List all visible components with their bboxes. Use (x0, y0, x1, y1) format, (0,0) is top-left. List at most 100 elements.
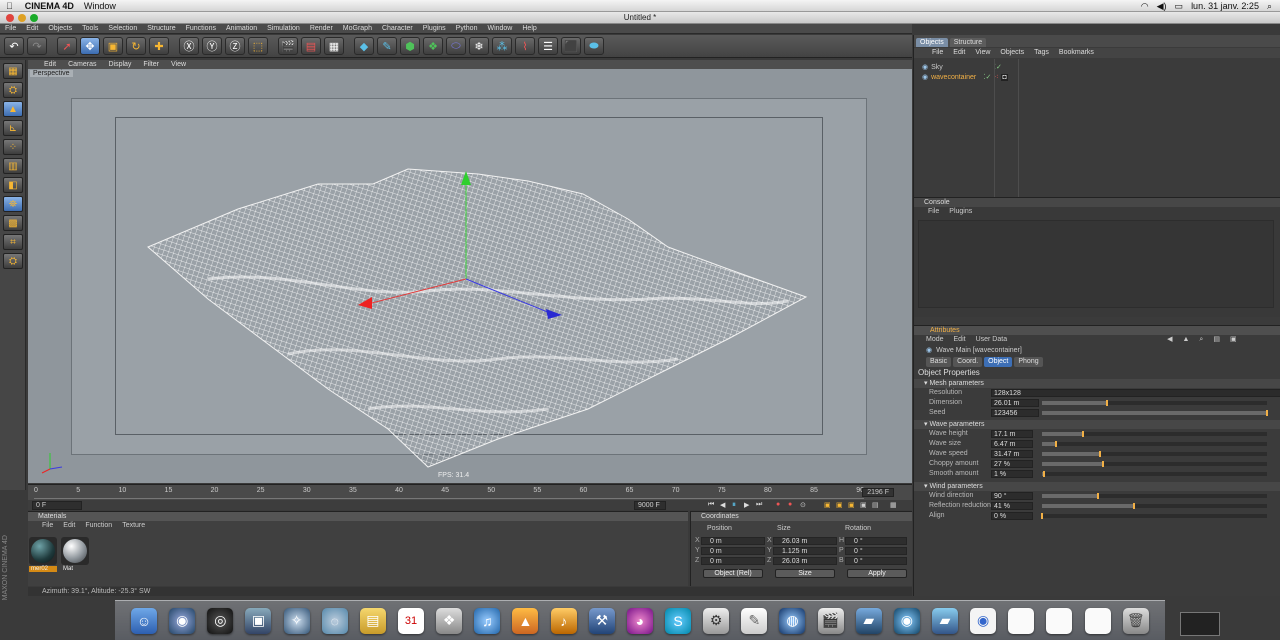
viewport-menu-filter[interactable]: Filter (143, 61, 159, 68)
hair-icon[interactable]: ⬛ (561, 37, 581, 55)
light-icon[interactable]: ☰ (538, 37, 558, 55)
document-icon[interactable] (1008, 607, 1035, 634)
rotation-h-field[interactable]: 0 ° (845, 537, 907, 545)
material-menu-texture[interactable]: Texture (122, 521, 145, 530)
back-arrow-icon[interactable]: ◀ (1167, 335, 1172, 345)
viewport-menu-cameras[interactable]: Cameras (68, 61, 96, 68)
material-name[interactable]: Mat (61, 566, 89, 572)
safari-icon[interactable]: ✧ (283, 607, 310, 634)
objects-menu-bookmarks[interactable]: Bookmarks (1059, 48, 1094, 58)
y-axis-lock-icon[interactable]: Ⓨ (202, 37, 222, 55)
system-preferences-icon[interactable]: ⚙ (703, 607, 730, 634)
dimension-slider[interactable] (1042, 400, 1267, 406)
material-menu-edit[interactable]: Edit (63, 521, 75, 530)
choppy-amount-field[interactable]: 27 % (991, 460, 1033, 468)
document-icon[interactable] (1046, 607, 1073, 634)
step-back-icon[interactable]: ◀ (720, 501, 725, 509)
skype-icon[interactable]: S (665, 607, 692, 634)
parameter-key-icon[interactable]: ▣ (860, 501, 867, 509)
window-menu[interactable]: Window (84, 1, 116, 11)
material-swatch-mat[interactable] (61, 537, 89, 565)
menu-help[interactable]: Help (522, 25, 536, 32)
use-texture-mode-icon[interactable]: ▲ (3, 101, 23, 117)
wind-parameters-header[interactable]: ▾ Wind parameters (914, 482, 1280, 491)
documents-folder-icon[interactable]: ▰ (932, 607, 959, 634)
console-output[interactable] (918, 220, 1274, 308)
cube-icon[interactable]: ◆ (354, 37, 374, 55)
pla-key-icon[interactable]: ▤ (872, 501, 879, 509)
material-menu-file[interactable]: File (42, 521, 53, 530)
console-menu-plugins[interactable]: Plugins (949, 207, 972, 216)
notes-icon[interactable]: ▤ (359, 607, 386, 634)
mograph-cloner-icon[interactable]: ⁂ (492, 37, 512, 55)
coordinate-system-icon[interactable]: ⬚ (248, 37, 268, 55)
clapperboard-icon[interactable]: 🎬 (817, 607, 844, 634)
menu-objects[interactable]: Objects (48, 25, 72, 32)
wave-mesh-wireframe[interactable] (28, 69, 912, 483)
menu-window[interactable]: Window (487, 25, 512, 32)
render-view-icon[interactable]: 🎬 (278, 37, 298, 55)
live-selection-icon[interactable]: ➚ (57, 37, 77, 55)
finder-icon[interactable]: ☺ (131, 607, 158, 634)
use-polygons-mode-icon[interactable]: ◧ (3, 177, 23, 193)
document-icon[interactable] (1084, 607, 1111, 634)
attributes-menu-mode[interactable]: Mode (926, 335, 944, 345)
tab-structure[interactable]: Structure (949, 38, 987, 47)
current-frame-field[interactable]: 0 F (32, 501, 82, 510)
z-axis-lock-icon[interactable]: Ⓩ (225, 37, 245, 55)
add-object-icon[interactable]: ✚ (149, 37, 169, 55)
menu-edit[interactable]: Edit (26, 25, 38, 32)
apple-menu-icon[interactable]:  (6, 1, 13, 11)
menu-render[interactable]: Render (310, 25, 333, 32)
tab-objects[interactable]: Objects (916, 38, 948, 47)
objects-menu-tags[interactable]: Tags (1034, 48, 1049, 58)
align-slider[interactable] (1041, 513, 1267, 519)
wave-size-field[interactable]: 6.47 m (991, 440, 1033, 448)
menu-selection[interactable]: Selection (108, 25, 137, 32)
spotlight-icon[interactable]: ⌕ (1267, 1, 1272, 12)
menu-mograph[interactable]: MoGraph (343, 25, 372, 32)
material-swatch-mer02[interactable] (29, 537, 57, 565)
applications-folder-icon[interactable]: ▰ (855, 607, 882, 634)
size-mode-dropdown[interactable]: Size (775, 569, 835, 578)
enable-axis-icon[interactable]: ⛯ (3, 196, 23, 212)
minimize-window-button[interactable] (18, 14, 26, 22)
menu-simulation[interactable]: Simulation (267, 25, 300, 32)
close-window-button[interactable] (6, 14, 14, 22)
move-icon[interactable]: ✥ (80, 37, 100, 55)
visibility-check-icon[interactable]: ⁚✓ (983, 73, 991, 81)
new-panel-icon[interactable]: ▣ (1230, 335, 1237, 345)
spline-pen-icon[interactable]: ✎ (377, 37, 397, 55)
rotation-b-field[interactable]: 0 ° (845, 557, 907, 565)
apply-button[interactable]: Apply (847, 569, 907, 578)
rotate-icon[interactable]: ↻ (126, 37, 146, 55)
reflection-reduction-slider[interactable] (1042, 503, 1267, 509)
use-points-mode-icon[interactable]: ⁘ (3, 139, 23, 155)
position-z-field[interactable]: 0 m (701, 557, 765, 565)
coordinate-mode-dropdown[interactable]: Object (Rel) (703, 569, 763, 578)
viewport-menu-view[interactable]: View (171, 61, 186, 68)
viewport-menu-edit[interactable]: Edit (44, 61, 56, 68)
volume-icon[interactable]: ◀) (1157, 1, 1167, 12)
use-object-axis-icon[interactable]: ⛭ (3, 82, 23, 98)
tab-basic[interactable]: Basic (926, 357, 952, 367)
subdivision-icon[interactable]: ⬢ (400, 37, 420, 55)
deformer-icon[interactable]: ⬭ (446, 37, 466, 55)
iphoto-icon[interactable]: ▲ (512, 607, 539, 634)
smooth-amount-field[interactable]: 1 % (991, 470, 1033, 478)
max-frame-field[interactable]: 9000 F (634, 501, 666, 510)
material-tag-icon[interactable]: ◘ (1001, 73, 1008, 81)
lock-icon[interactable]: ▤ (1213, 335, 1220, 345)
seed-slider[interactable] (1042, 410, 1268, 416)
wind-direction-slider[interactable] (1042, 493, 1267, 499)
minimized-window-thumbnail[interactable] (1180, 612, 1220, 636)
itunes-icon[interactable]: ♫ (474, 607, 501, 634)
timeline-menu-icon[interactable]: ▦ (890, 501, 897, 509)
rotation-key-icon[interactable]: ▣ (848, 501, 855, 509)
objects-menu-objects[interactable]: Objects (1000, 48, 1024, 58)
size-y-field[interactable]: 1.125 m (773, 547, 837, 555)
camera-icon[interactable]: ⌇ (515, 37, 535, 55)
search-icon[interactable]: ⌕ (1199, 335, 1203, 345)
keyframe-selection-icon[interactable]: ⊙ (800, 501, 806, 509)
redo-icon[interactable]: ↷ (27, 37, 47, 55)
